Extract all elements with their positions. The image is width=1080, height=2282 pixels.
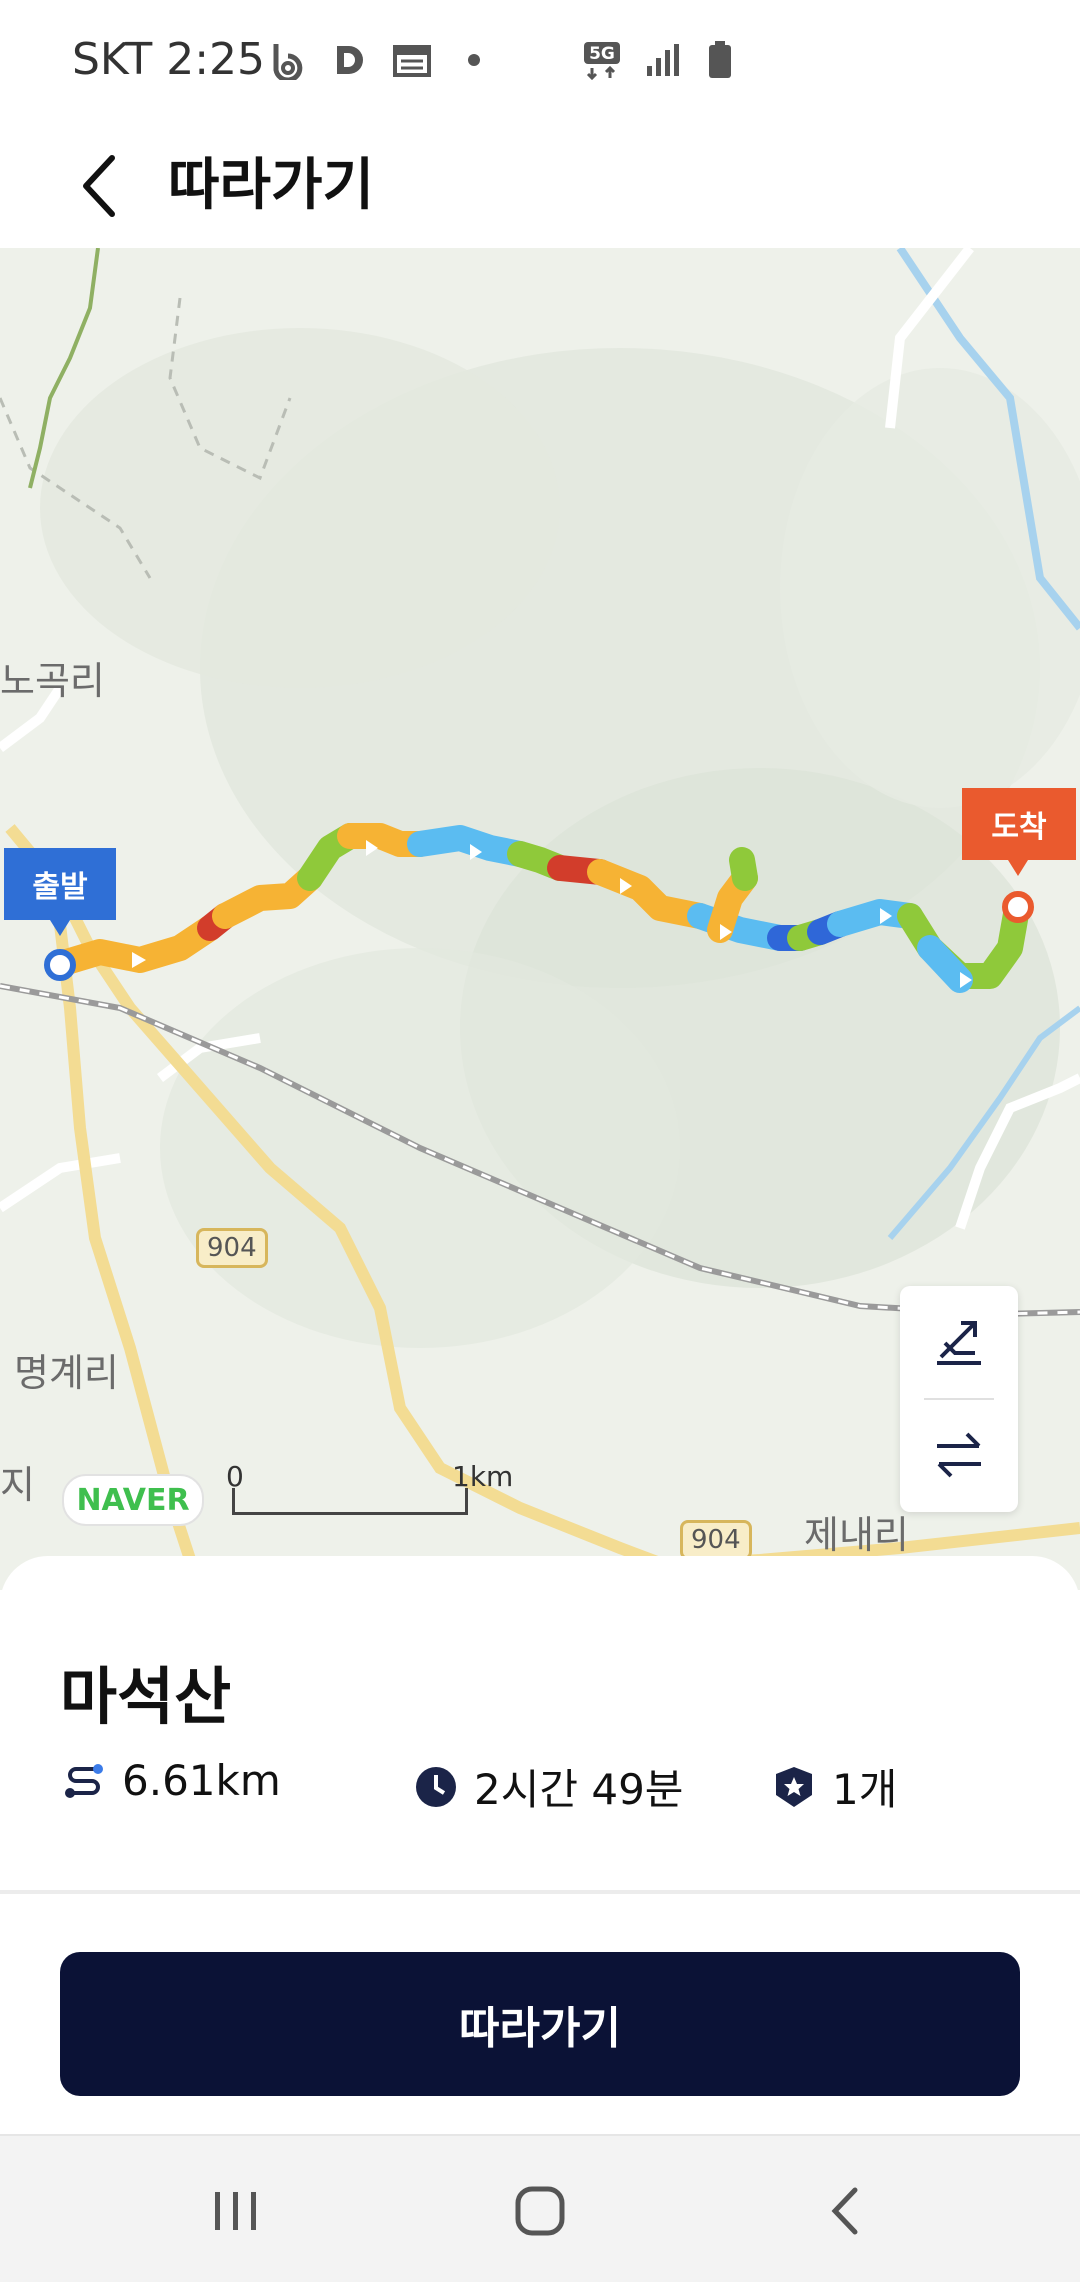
- status-carrier-time: SKT 2:25: [72, 34, 266, 85]
- badge-stat: 1개: [772, 1756, 897, 1817]
- recent-apps-icon: [215, 2192, 256, 2230]
- d-app-icon: [330, 40, 370, 80]
- back-icon: [831, 2187, 858, 2235]
- scale-label-start: 0: [226, 1460, 244, 1493]
- status-app-icons: [268, 40, 494, 80]
- section-divider: [0, 1890, 1080, 1894]
- road-number-badge: 904: [680, 1520, 752, 1560]
- map-view[interactable]: 노곡리 명계리 제내리 지 출발 도착 904 904 NAVER 0 1km: [0, 248, 1080, 1590]
- road-number-badge: 904: [196, 1228, 268, 1268]
- app-header: 따라가기: [0, 124, 1080, 248]
- follow-button[interactable]: 따라가기: [60, 1952, 1020, 2096]
- badge-count: 1개: [832, 1765, 898, 1814]
- 5g-icon: 5G: [580, 40, 624, 80]
- dot-icon: [454, 40, 494, 80]
- duration-value: 2시간 49분: [474, 1765, 684, 1814]
- signal-icon: [642, 40, 682, 80]
- page-title: 따라가기: [168, 153, 375, 218]
- distance-value: 6.61km: [122, 1756, 281, 1805]
- course-info-sheet: 마석산 6.61km 2시간 49분 1개 따라가기: [0, 1556, 1080, 2131]
- system-nav-bar: [0, 2134, 1080, 2282]
- elevation-toggle-button[interactable]: [900, 1286, 1018, 1396]
- status-bar: SKT 2:25 5G: [0, 0, 1080, 124]
- recent-apps-button[interactable]: [186, 2166, 286, 2256]
- nav-back-button[interactable]: [794, 2166, 894, 2256]
- back-button[interactable]: [56, 144, 140, 228]
- battery-icon: [700, 40, 740, 80]
- distance-stat: 6.61km: [62, 1756, 281, 1805]
- star-badge-icon: [776, 1766, 812, 1807]
- place-label: 명계리: [14, 1351, 119, 1395]
- place-label: 제내리: [804, 1513, 909, 1557]
- place-label: 지: [0, 1463, 35, 1507]
- b-app-icon: [268, 40, 308, 80]
- calendar-icon: [392, 40, 432, 80]
- map-controls: [900, 1286, 1018, 1512]
- home-icon: [515, 2186, 565, 2236]
- map-scale-bar: [232, 1488, 468, 1515]
- chevron-left-icon: [83, 155, 115, 217]
- place-label: 노곡리: [0, 659, 105, 703]
- reverse-direction-icon: [937, 1432, 981, 1478]
- scale-label-end: 1km: [452, 1460, 514, 1493]
- clock-icon: [416, 1766, 456, 1807]
- svg-text:5G: 5G: [589, 44, 615, 64]
- home-button[interactable]: [490, 2166, 590, 2256]
- end-marker: 도착: [962, 788, 1076, 876]
- distance-route-icon: [65, 1763, 103, 1798]
- start-marker: 출발: [4, 848, 116, 936]
- course-name: 마석산: [60, 1660, 232, 1733]
- reverse-direction-button[interactable]: [900, 1400, 1018, 1510]
- status-system-icons: 5G: [580, 40, 740, 80]
- duration-stat: 2시간 49분: [414, 1756, 683, 1817]
- elevation-toggle-icon: [937, 1321, 981, 1365]
- map-attribution-logo[interactable]: NAVER: [62, 1474, 204, 1526]
